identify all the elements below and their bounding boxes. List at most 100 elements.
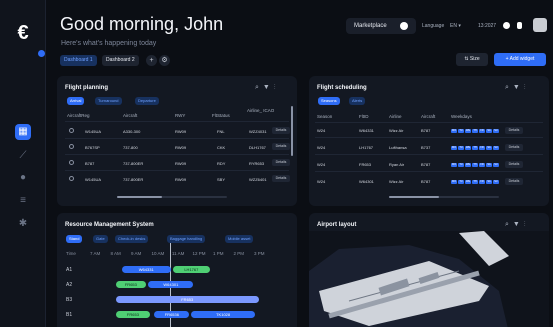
cell-icao: WZZ4031: [249, 129, 267, 134]
chip-arrival[interactable]: Arrival: [67, 97, 85, 105]
cell-aircraft: 737-800ER: [123, 161, 144, 166]
add-widget-button[interactable]: + Add widget: [494, 53, 546, 66]
chip-baggage-handling[interactable]: Baggage handling: [167, 235, 206, 243]
row-select-radio[interactable]: [69, 160, 74, 165]
more-icon[interactable]: ⋮: [274, 84, 280, 91]
row-select-radio[interactable]: [69, 176, 74, 181]
airport-map[interactable]: [309, 231, 549, 327]
tab-dashboard-1[interactable]: Dashboard 1: [60, 55, 97, 66]
search-icon[interactable]: ⌕: [505, 84, 513, 91]
clock-text: 13:2027: [478, 23, 497, 29]
chip-turnaround[interactable]: Turnaround: [95, 97, 122, 105]
user-avatar[interactable]: [533, 18, 547, 32]
language-select[interactable]: EN ▾: [450, 23, 461, 29]
row-select-radio[interactable]: [69, 128, 74, 133]
gantt-bar[interactable]: FR653: [115, 281, 147, 288]
col-rwy[interactable]: RWY: [175, 113, 185, 118]
settings-gear-icon[interactable]: ✱: [15, 216, 31, 232]
filter-icon[interactable]: ▼: [513, 84, 524, 91]
gantt-bar[interactable]: FR653: [115, 311, 151, 318]
col-weekdays[interactable]: Weekdays: [451, 114, 472, 119]
cell-status: SBY: [217, 177, 226, 182]
col-fltid[interactable]: FltID: [359, 114, 369, 119]
details-button[interactable]: Details: [272, 175, 290, 182]
vertical-scrollbar[interactable]: [291, 106, 293, 156]
gantt-bar[interactable]: FR6536: [154, 311, 190, 318]
search-icon[interactable]: ⌕: [505, 221, 513, 228]
weekday-badge: SA: [486, 145, 492, 150]
row-divider: [315, 154, 543, 155]
app-logo[interactable]: €: [12, 22, 34, 44]
horizontal-scrollbar[interactable]: [389, 196, 499, 198]
col-airline[interactable]: Airline: [389, 114, 402, 119]
col-aircraft[interactable]: Aircraft: [421, 114, 435, 119]
cell-airline: Lufthansa: [389, 145, 407, 150]
weekday-badge: FR: [479, 128, 485, 133]
gantt-bar[interactable]: W64331: [121, 266, 171, 273]
weekday-badge: TH: [472, 145, 478, 150]
col-fltstatus[interactable]: FltStatus: [212, 113, 230, 118]
filter-icon[interactable]: ▼: [513, 221, 524, 228]
gantt-bar[interactable]: FR653: [115, 296, 259, 303]
gantt-bar[interactable]: W64301: [148, 281, 194, 288]
scrollbar-thumb[interactable]: [117, 196, 162, 198]
more-icon[interactable]: ⋮: [524, 84, 530, 91]
notification-bell-icon[interactable]: [517, 22, 522, 29]
details-button[interactable]: Details: [272, 159, 290, 166]
col-aircraftreg[interactable]: AircraftReg: [67, 113, 90, 118]
col-airline-icao[interactable]: Airline_ ICAO: [247, 108, 277, 113]
details-button[interactable]: Details: [505, 177, 523, 185]
col-aircraft[interactable]: Aircraft: [123, 113, 137, 118]
dashboard-grid-icon[interactable]: ▦: [15, 124, 31, 140]
cell-fltid: LH1767: [359, 145, 374, 150]
marketplace-button[interactable]: Marketplace: [346, 18, 416, 34]
search-icon[interactable]: ⌕: [255, 84, 263, 91]
details-button[interactable]: Details: [505, 126, 523, 134]
details-button[interactable]: Details: [505, 143, 523, 151]
details-button[interactable]: Details: [272, 127, 290, 134]
details-button[interactable]: Details: [272, 143, 290, 150]
cell-rwy: RW09: [175, 177, 187, 182]
scrollbar-thumb[interactable]: [389, 196, 439, 198]
horizontal-scrollbar[interactable]: [117, 196, 227, 198]
time-tick-label: 1 PM: [213, 251, 224, 256]
chip-alerts[interactable]: Alerts: [349, 97, 366, 105]
marketplace-label: Marketplace: [354, 23, 387, 29]
details-button[interactable]: Details: [505, 160, 523, 168]
dashboard-settings-icon[interactable]: ⚙: [159, 55, 170, 66]
weekday-badge: SU: [493, 162, 499, 167]
chip-stand[interactable]: Stand: [66, 235, 83, 243]
more-icon[interactable]: ⋮: [524, 221, 530, 228]
gantt-bar[interactable]: TK1028: [191, 311, 255, 318]
chart-icon[interactable]: ⟋: [15, 148, 31, 164]
chip-mobile-asset[interactable]: Mobile asset: [225, 235, 254, 243]
resource-title: Resource Management System: [65, 222, 154, 228]
chip-departure[interactable]: Departure: [135, 97, 159, 105]
chip-checkin-desks[interactable]: Check-in desks: [115, 235, 149, 243]
chip-gate[interactable]: Gate: [93, 235, 108, 243]
cell-icao: WZZ6401: [249, 177, 267, 182]
time-icon[interactable]: [503, 22, 510, 29]
weekday-badge: SU: [493, 179, 499, 184]
row-select-radio[interactable]: [69, 144, 74, 149]
row-divider: [315, 171, 543, 172]
cell-reg: W145UA: [85, 177, 102, 182]
row-divider: [65, 170, 289, 171]
time-tick-label: 3 PM: [254, 251, 265, 256]
add-dashboard-icon[interactable]: +: [146, 55, 157, 66]
chat-icon[interactable]: ●: [15, 170, 31, 186]
cargo-area: [459, 231, 509, 266]
cell-rwy: RW09: [175, 161, 187, 166]
weekday-badge: FR: [479, 179, 485, 184]
expand-dot-icon[interactable]: [38, 50, 45, 57]
time-tick-label: 7 AM: [90, 251, 101, 256]
col-season[interactable]: Season: [317, 114, 332, 119]
chip-seasons[interactable]: Seasons: [318, 97, 340, 105]
sidebar: € ▦ ⟋ ● ≡ ✱: [0, 0, 46, 327]
gantt-bar[interactable]: LH1767: [172, 266, 210, 273]
cell-aircraft: B787: [421, 162, 431, 167]
tab-dashboard-2[interactable]: Dashboard 2: [102, 55, 139, 66]
size-button[interactable]: ⇅ Size: [456, 53, 488, 66]
database-icon[interactable]: ≡: [15, 193, 31, 209]
filter-icon[interactable]: ▼: [263, 84, 274, 91]
